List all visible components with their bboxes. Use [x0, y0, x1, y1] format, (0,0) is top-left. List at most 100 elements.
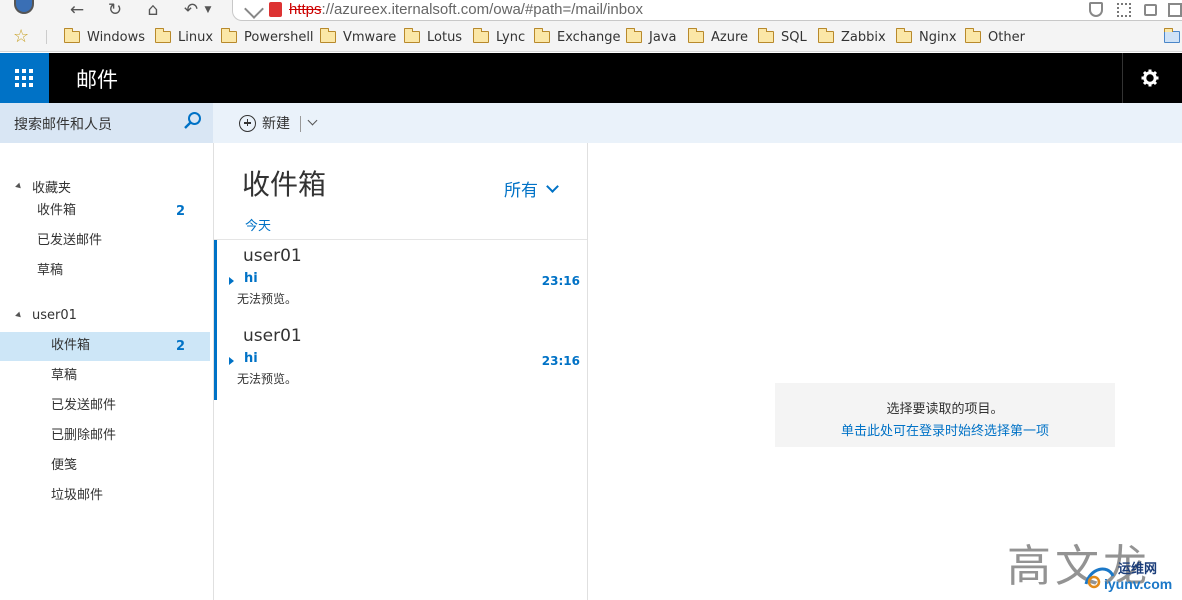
address-bar[interactable]: https://azureex.iternalsoft.com/owa/#pat… [232, 0, 1182, 21]
security-warning-icon [269, 2, 282, 17]
new-message-button[interactable]: 新建 [239, 113, 290, 133]
favorites-item-drafts[interactable]: 草稿 [37, 256, 63, 286]
bookmark-label: Powershell [244, 29, 314, 45]
account-label: user01 [32, 308, 77, 323]
folder-item-deleted[interactable]: 已删除邮件 [51, 421, 116, 451]
bookmark-label: Zabbix [841, 29, 886, 45]
command-bar: 新建 [213, 103, 1182, 143]
bookmark-folder[interactable]: Lync [472, 28, 525, 46]
app-launcher-button[interactable] [0, 53, 49, 103]
bookmark-label: Windows [87, 29, 146, 45]
new-dropdown-chevron-icon[interactable] [307, 115, 318, 126]
folder-icon [472, 28, 489, 43]
message-list-title: 收件箱 [242, 168, 327, 201]
home-icon[interactable]: ⌂ [142, 0, 164, 20]
bookmark-label: Linux [178, 29, 214, 45]
collapse-triangle-icon [15, 182, 23, 191]
reading-pane-placeholder: 选择要读取的项目。 单击此处可在登录时始终选择第一项 [775, 383, 1115, 447]
chevron-down-icon[interactable]: ▼ [202, 0, 214, 20]
favorites-label: 收藏夹 [32, 181, 72, 196]
lock-icon[interactable] [1144, 4, 1157, 16]
folder-icon [687, 28, 704, 43]
unread-count: 2 [176, 339, 186, 354]
app-header: 邮件 [0, 53, 1182, 103]
folder-icon [895, 28, 912, 43]
bookmark-folder[interactable]: Lotus [403, 28, 463, 46]
folder-icon [319, 28, 336, 43]
bookmark-label: SQL [781, 29, 807, 45]
browser-toolbar: ← ↻ ⌂ ↶ ▼ https://azureex.iternalsoft.co… [0, 0, 1182, 22]
new-message-label: 新建 [262, 116, 290, 132]
folder-icon [757, 28, 774, 43]
qr-code-icon[interactable] [1117, 3, 1131, 17]
bookmark-folder[interactable]: Windows [63, 28, 146, 46]
folder-item-inbox[interactable]: 收件箱 [51, 331, 90, 361]
search-icon[interactable] [183, 111, 203, 131]
bookmark-label: Azure [711, 29, 749, 45]
filter-dropdown[interactable]: 所有 [504, 176, 559, 201]
message-subject: hi [244, 271, 258, 286]
search-box[interactable]: 搜索邮件和人员 [0, 103, 213, 143]
add-icon [239, 114, 256, 132]
back-arrow-icon[interactable]: ← [66, 0, 88, 20]
extension-icon[interactable] [1168, 3, 1182, 17]
collapse-triangle-icon [15, 311, 23, 320]
folder-icon [817, 28, 834, 43]
bookmark-folder[interactable]: Nginx [895, 28, 957, 46]
bookmark-folder[interactable]: Other [964, 28, 1025, 46]
message-sender: user01 [243, 246, 302, 266]
favorites-item-sent[interactable]: 已发送邮件 [37, 226, 102, 256]
favorites-item-inbox[interactable]: 收件箱 [37, 196, 76, 226]
expand-caret-icon[interactable] [229, 277, 234, 285]
url-text[interactable]: https://azureex.iternalsoft.com/owa/#pat… [289, 1, 643, 18]
folder-item-junk[interactable]: 垃圾邮件 [51, 481, 103, 511]
bookmark-label: Nginx [919, 29, 957, 45]
bookmark-folder[interactable]: Vmware [319, 28, 396, 46]
folder-item-sent[interactable]: 已发送邮件 [51, 391, 116, 421]
undo-icon[interactable]: ↶ [180, 0, 202, 20]
bookmark-folder[interactable]: Exchange [533, 28, 621, 46]
bookmark-folder[interactable]: Powershell [220, 28, 314, 46]
folder-icon [403, 28, 420, 43]
unread-indicator [214, 320, 217, 400]
always-select-first-link[interactable]: 单击此处可在登录时始终选择第一项 [775, 420, 1115, 439]
star-icon[interactable]: ☆ [13, 27, 29, 47]
folder-icon [63, 28, 80, 43]
folder-icon [220, 28, 237, 43]
bookmark-label: Java [649, 29, 677, 45]
waffle-icon [15, 69, 33, 87]
folder-item-notes[interactable]: 便笺 [51, 451, 77, 481]
search-input[interactable]: 搜索邮件和人员 [14, 114, 112, 134]
reading-pane-hint: 选择要读取的项目。 [886, 402, 1004, 417]
chevron-down-icon [546, 179, 559, 193]
bookmark-label: Other [988, 29, 1025, 45]
refresh-icon[interactable]: ↻ [104, 0, 126, 20]
rocket-icon [244, 0, 264, 19]
filter-label: 所有 [504, 181, 538, 201]
message-item[interactable]: user01 hi 23:16 无法预览。 [214, 240, 587, 320]
message-sender: user01 [243, 326, 302, 346]
bookmark-label: Lotus [427, 29, 463, 45]
folder-item-drafts[interactable]: 草稿 [51, 361, 77, 391]
folder-pane: 收藏夹 收件箱 2 已发送邮件 草稿 user01 收件箱 2 草稿 已发送邮件… [0, 143, 213, 600]
bookmark-folder[interactable]: Linux [154, 28, 214, 46]
message-preview: 无法预览。 [237, 372, 298, 386]
bookmark-folder[interactable]: Java [625, 28, 677, 46]
pane-divider [587, 143, 588, 600]
folder-icon [1163, 28, 1180, 43]
account-group-header[interactable]: user01 [15, 308, 77, 323]
bookmark-folder[interactable]: Zabbix [817, 28, 886, 46]
bookmark-overflow[interactable] [1163, 28, 1182, 46]
watermark-site-name: 运维网 [1118, 562, 1158, 577]
bookmark-folder[interactable]: Azure [687, 28, 749, 46]
shield-icon[interactable] [1089, 2, 1103, 17]
favorites-group-header[interactable]: 收藏夹 [15, 177, 72, 196]
folder-icon [533, 28, 550, 43]
settings-button[interactable] [1122, 53, 1182, 103]
expand-caret-icon[interactable] [229, 357, 234, 365]
message-time: 23:16 [541, 274, 580, 288]
message-item[interactable]: user01 hi 23:16 无法预览。 [214, 320, 587, 400]
folder-icon [964, 28, 981, 43]
folder-icon [154, 28, 171, 43]
bookmark-folder[interactable]: SQL [757, 28, 807, 46]
